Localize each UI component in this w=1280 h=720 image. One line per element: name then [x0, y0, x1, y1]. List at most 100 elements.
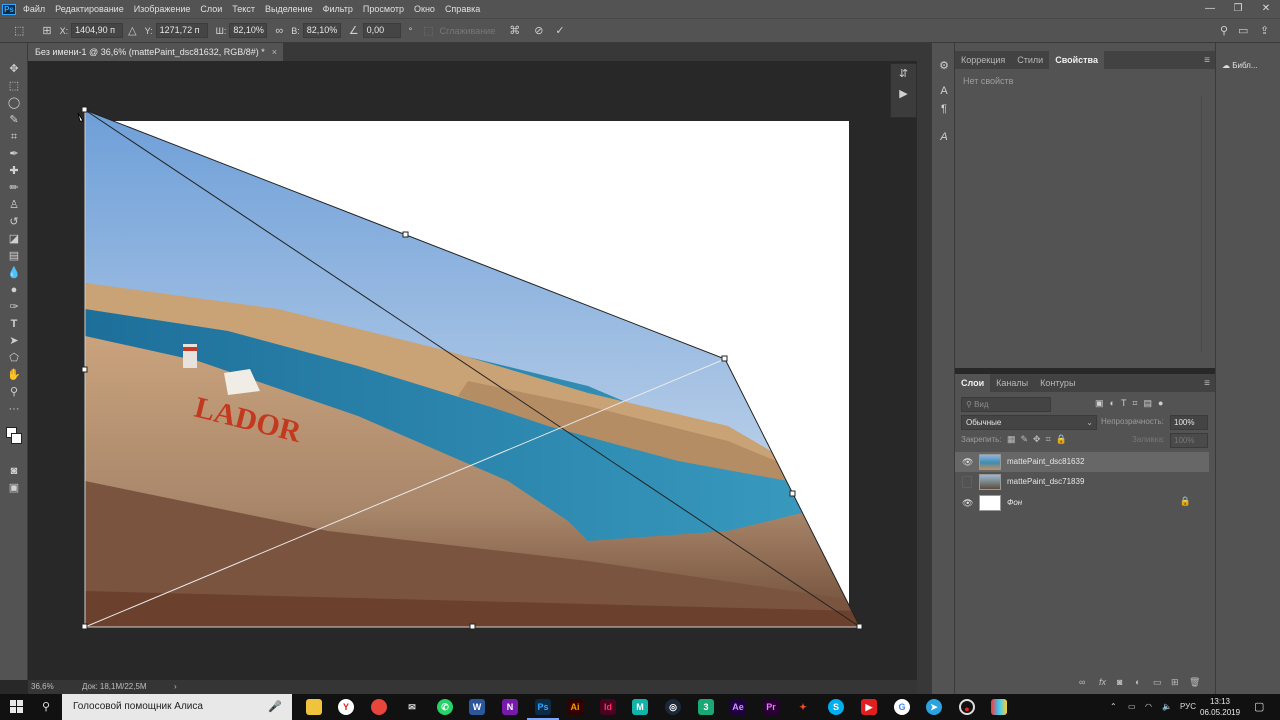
visibility-eye-icon[interactable]: 👁	[962, 497, 973, 509]
layer-row[interactable]: 👁 mattePaint_dsc81632	[955, 452, 1209, 472]
adjustment-layer-icon[interactable]: ◐	[1135, 677, 1140, 687]
dodge-tool-icon[interactable]: ●	[4, 282, 24, 298]
close-tab-icon[interactable]: ×	[272, 43, 277, 61]
gradient-tool-icon[interactable]: ▤	[4, 248, 24, 264]
layer-name[interactable]: Фон	[1007, 493, 1022, 513]
record-icon[interactable]: ●	[959, 699, 975, 715]
skype-icon[interactable]: S	[828, 699, 844, 715]
workspace-icon[interactable]: ▭	[1238, 24, 1248, 37]
menu-help[interactable]: Справка	[440, 4, 485, 14]
notifications-icon[interactable]: ▢	[1254, 694, 1264, 720]
menu-filter[interactable]: Фильтр	[318, 4, 358, 14]
stamp-tool-icon[interactable]: ♙	[4, 197, 24, 213]
zoom-level[interactable]: 36,6%	[31, 680, 54, 694]
tab-styles[interactable]: Стили	[1011, 51, 1049, 69]
marquee-tool-icon[interactable]: ⬚	[4, 78, 24, 94]
menu-file[interactable]: Файл	[18, 4, 50, 14]
chrome-icon[interactable]	[371, 699, 387, 715]
microphone-icon[interactable]: 🎤	[268, 694, 282, 720]
video-app-icon[interactable]: ▶	[861, 699, 877, 715]
transform-tool-icon[interactable]: ⬚	[14, 24, 24, 37]
link-layers-icon[interactable]: ∞	[1079, 677, 1085, 687]
eraser-tool-icon[interactable]: ◪	[4, 231, 24, 247]
illustrator-icon[interactable]: Ai	[567, 699, 583, 715]
brush-tool-icon[interactable]: ✏	[4, 180, 24, 196]
layer-row[interactable]: 👁 Фон 🔒	[955, 493, 1209, 513]
wifi-icon[interactable]: ◠	[1145, 694, 1152, 720]
after-effects-icon[interactable]: Ae	[730, 699, 746, 715]
type-tool-icon[interactable]: T	[4, 316, 24, 332]
zoom-tool-icon[interactable]: ⚲	[4, 384, 24, 400]
hand-tool-icon[interactable]: ✋	[4, 367, 24, 383]
google-icon[interactable]: G	[894, 699, 910, 715]
lock-icons[interactable]: ▦✎✥⌗🔒	[1007, 434, 1072, 445]
width-field[interactable]: 82,10%	[229, 23, 268, 38]
canvas-area[interactable]: LADOR	[28, 61, 917, 680]
layers-menu-icon[interactable]: ≡	[1204, 378, 1210, 389]
opacity-field[interactable]: 100%	[1170, 415, 1208, 430]
layer-name[interactable]: mattePaint_dsc71839	[1007, 472, 1084, 492]
quick-mask-icon[interactable]: ◙	[4, 463, 24, 479]
crop-tool-icon[interactable]: ⌗	[4, 129, 24, 145]
quick-select-tool-icon[interactable]: ✎	[4, 112, 24, 128]
whatsapp-icon[interactable]: ✆	[437, 699, 453, 715]
restore-icon[interactable]: ❐	[1224, 0, 1252, 18]
cancel-transform-icon[interactable]: ⊘	[534, 24, 543, 37]
lasso-tool-icon[interactable]: ◯	[4, 95, 24, 111]
taskbar-clock[interactable]: 13:13 06.05.2019	[1200, 696, 1240, 718]
y-field[interactable]: 1271,72 п	[155, 23, 208, 38]
commit-transform-icon[interactable]: ✓	[555, 24, 564, 37]
character-panel-icon[interactable]: A	[936, 85, 952, 97]
fx-icon[interactable]: fx	[1099, 677, 1106, 687]
menu-select[interactable]: Выделение	[260, 4, 318, 14]
menu-view[interactable]: Просмотр	[358, 4, 409, 14]
properties-panel-icon[interactable]: ⚙	[936, 59, 952, 72]
tab-layers[interactable]: Слои	[955, 374, 991, 392]
reference-point-icon[interactable]: ⊞	[42, 24, 51, 37]
menu-layers[interactable]: Слои	[195, 4, 227, 14]
move-tool-icon[interactable]: ✥	[4, 61, 24, 77]
x-field[interactable]: 1404,90 п	[71, 23, 124, 38]
network-icon[interactable]: ▭	[1128, 694, 1136, 720]
add-mask-icon[interactable]: ◙	[1117, 677, 1122, 687]
history-icon[interactable]: ⇵	[891, 64, 916, 84]
premiere-icon[interactable]: Pr	[763, 699, 779, 715]
new-group-icon[interactable]: ▭	[1153, 677, 1162, 688]
tab-properties[interactable]: Свойства	[1049, 51, 1104, 69]
menu-type[interactable]: Текст	[227, 4, 260, 14]
windows-start-icon[interactable]	[10, 700, 23, 713]
file-explorer-icon[interactable]	[306, 699, 322, 715]
lock-icon[interactable]: 🔒	[1180, 496, 1191, 507]
visibility-off-icon[interactable]	[962, 476, 972, 488]
tab-channels[interactable]: Каналы	[990, 374, 1034, 392]
blur-tool-icon[interactable]: 💧	[4, 265, 24, 281]
assistant-search-box[interactable]: Голосовой помощник Алиса 🎤	[62, 694, 292, 720]
link-icon[interactable]: ∞	[275, 25, 283, 37]
visibility-eye-icon[interactable]: 👁	[962, 456, 973, 468]
document-tab[interactable]: Без имени-1 @ 36,6% (mattePaint_dsc81632…	[28, 43, 283, 61]
document-canvas[interactable]: LADOR	[28, 61, 917, 680]
libraries-button[interactable]: ☁ Библ...	[1222, 61, 1258, 70]
yandex-browser-icon[interactable]: Y	[338, 699, 354, 715]
fill-field[interactable]: 100%	[1170, 433, 1208, 448]
mail-icon[interactable]: ✉	[404, 699, 420, 715]
tray-chevron-icon[interactable]: ⌃	[1110, 694, 1117, 720]
layer-filter-icons[interactable]: ▣◐T⌗▤●	[1095, 398, 1169, 409]
menu-image[interactable]: Изображение	[129, 4, 196, 14]
shape-tool-icon[interactable]: ⬠	[4, 350, 24, 366]
history-brush-icon[interactable]: ↺	[4, 214, 24, 230]
panel-menu-icon[interactable]: ≡	[1204, 55, 1210, 66]
figma-icon[interactable]: ✦	[795, 699, 811, 715]
steam-icon[interactable]: ◎	[665, 699, 681, 715]
blend-mode-select[interactable]: Обычные ⌄	[961, 415, 1097, 430]
taskbar-search-icon[interactable]: ⚲	[42, 700, 50, 713]
color-app-icon[interactable]	[991, 699, 1007, 715]
eyedropper-tool-icon[interactable]: ✒	[4, 146, 24, 162]
minimize-icon[interactable]: —	[1196, 0, 1224, 18]
layer-name[interactable]: mattePaint_dsc81632	[1007, 452, 1084, 472]
indesign-icon[interactable]: Id	[600, 699, 616, 715]
close-window-icon[interactable]: ✕	[1252, 0, 1280, 18]
layer-row[interactable]: mattePaint_dsc71839	[955, 472, 1209, 492]
height-field[interactable]: 82,10%	[302, 23, 341, 38]
volume-icon[interactable]: 🔈	[1162, 694, 1172, 720]
